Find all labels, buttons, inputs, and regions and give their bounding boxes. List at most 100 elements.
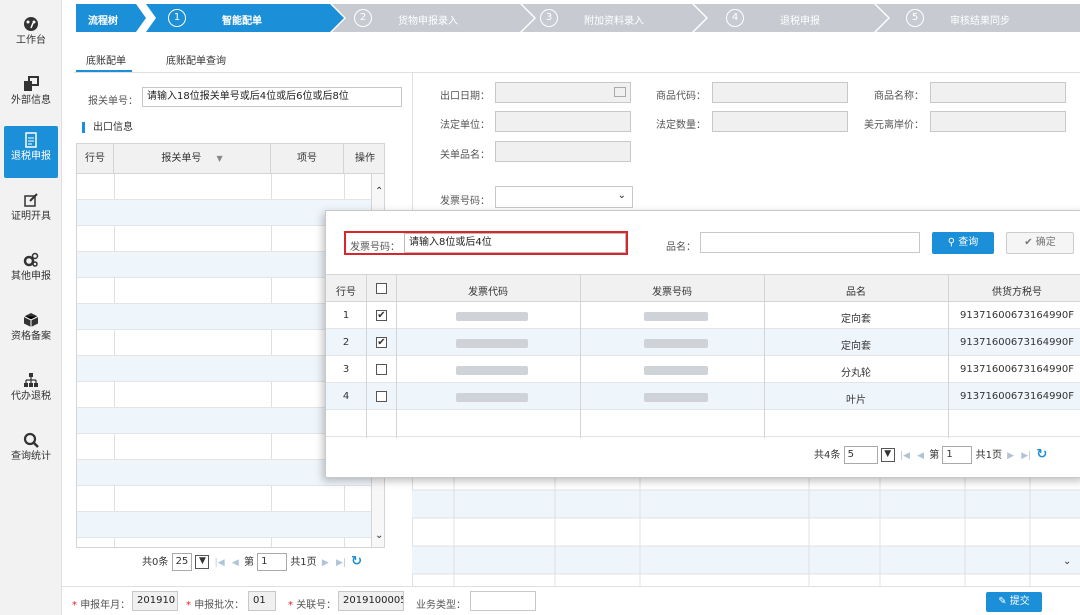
- column-header: 行号: [77, 144, 114, 174]
- popup-pager: 共4条 5 ▼ |◀ ◀ 第 1 共1页 ▶ ▶| ↻: [814, 446, 1047, 464]
- popup-invoice-label: 发票号码：: [350, 242, 400, 253]
- step-number: 1: [168, 9, 186, 27]
- next-page-icon[interactable]: ▶: [322, 558, 329, 568]
- select-all-checkbox[interactable]: [376, 283, 387, 294]
- table-row[interactable]: 1 ✔ 定向套 91371600673164990F: [326, 302, 1080, 329]
- page-label: 第: [929, 450, 940, 461]
- invoice-number-select[interactable]: ⌄: [495, 186, 633, 208]
- step-number: 2: [354, 9, 372, 27]
- page-size-select[interactable]: 25: [171, 553, 193, 571]
- sidebar-item-other-declare[interactable]: 其他申报: [4, 246, 58, 298]
- sidebar-item-tax-refund[interactable]: 退税申报: [4, 126, 58, 178]
- process-tree-label: 流程树: [88, 16, 118, 27]
- last-page-icon[interactable]: ▶|: [336, 558, 346, 568]
- sidebar-item-label: 证明开具: [11, 211, 51, 222]
- step-label: 附加资料录入: [584, 16, 644, 27]
- first-page-icon[interactable]: |◀: [215, 558, 225, 568]
- legal-qty-label: 法定数量：: [656, 120, 706, 131]
- grid-header: 行号 报关单号 ▼ 项号 操作: [77, 144, 384, 174]
- sidebar-item-certificate[interactable]: 证明开具: [4, 186, 58, 238]
- column-header: 供货方税号: [992, 287, 1042, 298]
- tab-ledger-match[interactable]: 底账配单: [76, 48, 132, 72]
- sidebar-item-label: 退税申报: [11, 151, 51, 162]
- product-name-input[interactable]: [930, 82, 1066, 103]
- step-label: 审核结果同步: [950, 16, 1010, 27]
- table-row[interactable]: 2 ✔ 定向套 91371600673164990F: [326, 329, 1080, 356]
- process-tree-button[interactable]: 流程树: [88, 4, 148, 32]
- column-header-sortable[interactable]: 报关单号 ▼: [114, 144, 271, 174]
- row-number: 4: [342, 391, 350, 402]
- legal-unit-input[interactable]: [495, 111, 631, 132]
- popup-name-input[interactable]: [700, 232, 920, 253]
- scroll-up-icon[interactable]: ⌃: [375, 186, 383, 197]
- prev-page-icon[interactable]: ◀: [232, 558, 239, 568]
- year-month-input[interactable]: 201910: [132, 591, 178, 611]
- check-icon: ✔: [1024, 237, 1033, 248]
- page-label: 第: [243, 557, 254, 568]
- invoice-number-label: 发票号码：: [440, 196, 490, 207]
- link-number-input[interactable]: 2019100005: [338, 591, 404, 611]
- legal-qty-input[interactable]: [712, 111, 848, 132]
- confirm-button[interactable]: ✔ 确定: [1006, 232, 1074, 254]
- product-code-input[interactable]: [712, 82, 848, 103]
- column-header: 行号: [336, 287, 356, 298]
- batch-label: * 申报批次：: [186, 600, 245, 611]
- sidebar-item-query-stats[interactable]: 查询统计: [4, 426, 58, 478]
- customs-name-input[interactable]: [495, 141, 631, 162]
- row-number: 2: [342, 337, 350, 348]
- redacted-invoice-code: [456, 393, 528, 402]
- export-date-input[interactable]: [495, 82, 631, 103]
- sidebar-item-workbench[interactable]: 工作台: [4, 10, 58, 62]
- scroll-down-icon[interactable]: ⌄: [375, 530, 383, 541]
- page-number-input[interactable]: 1: [942, 446, 973, 464]
- product-name: 叶片: [846, 395, 866, 406]
- row-checkbox-checked[interactable]: ✔: [376, 310, 387, 321]
- redacted-invoice-code: [456, 339, 528, 348]
- column-header: 品名: [846, 287, 866, 298]
- usd-price-input[interactable]: [930, 111, 1066, 132]
- batch-input[interactable]: 01: [248, 591, 276, 611]
- sidebar-item-agent-refund[interactable]: 代办退税: [4, 366, 58, 418]
- declaration-number-input[interactable]: 请输入18位报关单号或后4位或后6位或后8位: [142, 87, 402, 107]
- refresh-icon[interactable]: ↻: [1036, 447, 1047, 462]
- chevron-down-icon: ⌄: [617, 190, 626, 201]
- page-size-select[interactable]: 5: [843, 446, 878, 464]
- sidebar-item-label: 代办退税: [11, 391, 51, 402]
- gears-icon: [23, 252, 39, 267]
- chevron-down-icon[interactable]: ▼: [195, 555, 210, 569]
- step-number: 4: [726, 9, 744, 27]
- bottom-bar: * 申报年月： 201910 * 申报批次： 01 * 关联号： 2019100…: [62, 586, 1080, 615]
- table-row[interactable]: 3 分丸轮 91371600673164990F: [326, 356, 1080, 383]
- row-number: 3: [342, 364, 350, 375]
- link-number-label: * 关联号：: [288, 600, 337, 611]
- first-page-icon[interactable]: |◀: [900, 451, 910, 461]
- popup-invoice-input[interactable]: 请输入8位或后4位: [404, 233, 626, 253]
- next-page-icon[interactable]: ▶: [1007, 451, 1014, 461]
- redacted-invoice-number: [644, 312, 708, 321]
- left-pager: 共0条 25 ▼ |◀ ◀ 第 1 共1页 ▶ ▶| ↻: [142, 553, 362, 571]
- legal-unit-label: 法定单位：: [440, 120, 490, 131]
- biz-type-input[interactable]: [470, 591, 536, 611]
- query-button[interactable]: ⚲ 查询: [932, 232, 994, 254]
- sidebar-item-qualification[interactable]: 资格备案: [4, 306, 58, 358]
- row-checkbox[interactable]: [376, 364, 387, 375]
- prev-page-icon[interactable]: ◀: [917, 451, 924, 461]
- tab-divider: [74, 72, 1080, 73]
- grid-line: [580, 274, 581, 438]
- refresh-icon[interactable]: ↻: [351, 554, 362, 569]
- submit-button[interactable]: ✎ 提交: [986, 592, 1042, 612]
- scroll-down-icon[interactable]: ⌄: [1063, 556, 1071, 567]
- steps-background: [76, 4, 1080, 32]
- sidebar-item-external-info[interactable]: 外部信息: [4, 70, 58, 122]
- table-row[interactable]: 4 叶片 91371600673164990F: [326, 383, 1080, 410]
- row-checkbox[interactable]: [376, 391, 387, 402]
- last-page-icon[interactable]: ▶|: [1021, 451, 1031, 461]
- tab-ledger-query[interactable]: 底账配单查询: [156, 48, 236, 72]
- supplier-tax-id: 91371600673164990F: [960, 310, 1074, 321]
- grid-line: [948, 274, 949, 438]
- pages-total: 共1页: [290, 557, 317, 568]
- page-number-input[interactable]: 1: [257, 553, 288, 571]
- chevron-down-icon[interactable]: ▼: [880, 448, 895, 462]
- calendar-icon[interactable]: [614, 87, 626, 97]
- row-checkbox-checked[interactable]: ✔: [376, 337, 387, 348]
